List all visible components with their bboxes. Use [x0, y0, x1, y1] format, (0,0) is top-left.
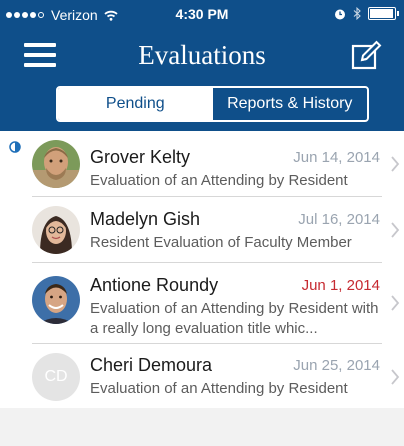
alarm-icon — [335, 9, 345, 19]
chevron-right-icon — [391, 369, 400, 385]
avatar — [32, 140, 80, 188]
battery-level-fill — [370, 9, 393, 18]
tab-pending[interactable]: Pending — [58, 88, 213, 120]
battery-icon — [368, 7, 399, 20]
list-footer — [0, 408, 404, 446]
evaluatee-name: Grover Kelty — [90, 147, 191, 167]
tab-reports-history[interactable]: Reports & History — [213, 88, 368, 120]
evaluation-date: Jun 14, 2014 — [293, 149, 380, 166]
evaluations-list: Grover Kelty Jun 14, 2014 Evaluation of … — [0, 131, 404, 410]
chevron-right-icon — [391, 222, 400, 238]
page-title: Evaluations — [138, 40, 266, 70]
list-item[interactable]: Grover Kelty Jun 14, 2014 Evaluation of … — [0, 131, 404, 197]
tab-switcher: Pending Reports & History — [56, 86, 369, 122]
unread-indicator-icon — [9, 141, 21, 153]
status-right — [334, 7, 399, 20]
avatar — [32, 206, 80, 254]
list-item[interactable]: CD Cheri Demoura Jun 25, 2014 Evaluation… — [0, 344, 404, 410]
chevron-right-icon — [391, 156, 400, 172]
evaluation-title: Evaluation of an Attending by Resident — [90, 172, 348, 189]
evaluatee-name: Madelyn Gish — [90, 209, 201, 229]
header: Verizon 4:30 PM Evaluations Pending Repo… — [0, 0, 404, 131]
list-item[interactable]: Madelyn Gish Jul 16, 2014 Resident Evalu… — [0, 197, 404, 263]
evaluation-title: Resident Evaluation of Faculty Member — [90, 234, 352, 251]
avatar — [32, 276, 80, 324]
evaluatee-name: Cheri Demoura — [90, 355, 213, 375]
evaluation-date: Jul 16, 2014 — [298, 211, 380, 228]
evaluation-title: Evaluation of an Attending by Resident w… — [90, 300, 379, 337]
bluetooth-icon — [353, 7, 361, 20]
navbar: Evaluations — [0, 30, 404, 76]
chevron-right-icon — [391, 295, 400, 311]
evaluation-date-overdue: Jun 1, 2014 — [301, 277, 380, 294]
list-item[interactable]: Antione Roundy Jun 1, 2014 Evaluation of… — [0, 263, 404, 344]
avatar-initials: CD — [32, 353, 80, 401]
evaluatee-name: Antione Roundy — [90, 275, 219, 295]
status-bar: Verizon 4:30 PM — [0, 0, 404, 28]
evaluation-date: Jun 25, 2014 — [293, 357, 380, 374]
evaluation-title: Evaluation of an Attending by Resident — [90, 380, 348, 397]
compose-icon[interactable] — [350, 40, 382, 72]
